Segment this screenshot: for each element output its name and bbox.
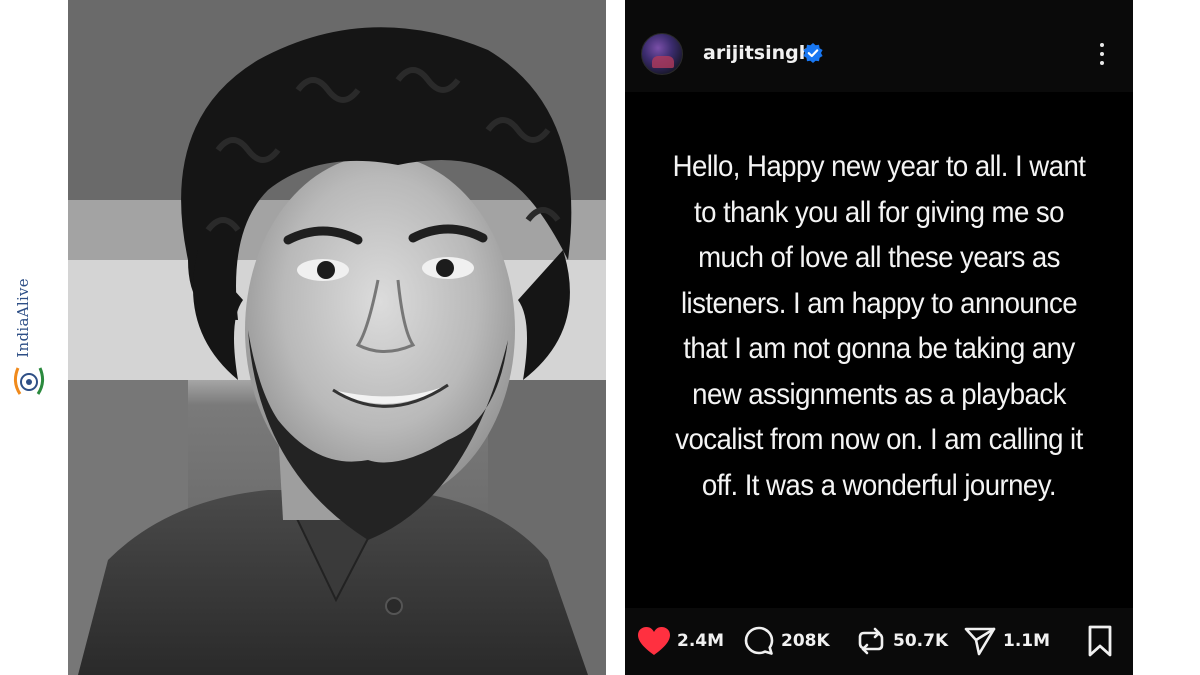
like-count: 2.4M (677, 631, 725, 651)
post-body: Hello, Happy new year to all. I want to … (625, 92, 1133, 608)
more-options-icon[interactable] (1091, 36, 1113, 72)
india-alive-watermark: IndiaAlive (8, 270, 52, 410)
comment-icon (744, 626, 774, 655)
post-header: arijitsingh (625, 0, 1133, 92)
repost-count: 50.7K (893, 631, 949, 651)
india-alive-emblem-icon (13, 367, 45, 395)
comment-count: 208K (781, 631, 830, 651)
avatar[interactable] (641, 33, 683, 75)
watermark-text: IndiaAlive (14, 278, 32, 358)
username[interactable]: arijitsingh (703, 42, 812, 64)
share-count: 1.1M (1003, 631, 1051, 651)
verified-badge-icon (803, 43, 823, 63)
portrait-illustration (68, 0, 606, 675)
post-actions-bar: 2.4M 208K 50.7K 1.1M (625, 608, 1133, 675)
post-text: Hello, Happy new year to all. I want to … (672, 150, 1086, 502)
repost-icon (858, 627, 884, 655)
portrait-photo (68, 0, 606, 675)
send-icon (964, 627, 996, 656)
share-button[interactable]: 1.1M (963, 624, 1050, 658)
bookmark-icon[interactable] (1085, 624, 1115, 658)
social-post: arijitsingh Hello, Happy new year to all… (625, 0, 1133, 675)
repost-button[interactable]: 50.7K (855, 624, 948, 658)
comment-button[interactable]: 208K (743, 624, 830, 658)
like-button[interactable]: 2.4M (637, 624, 724, 658)
heart-icon (638, 627, 670, 655)
